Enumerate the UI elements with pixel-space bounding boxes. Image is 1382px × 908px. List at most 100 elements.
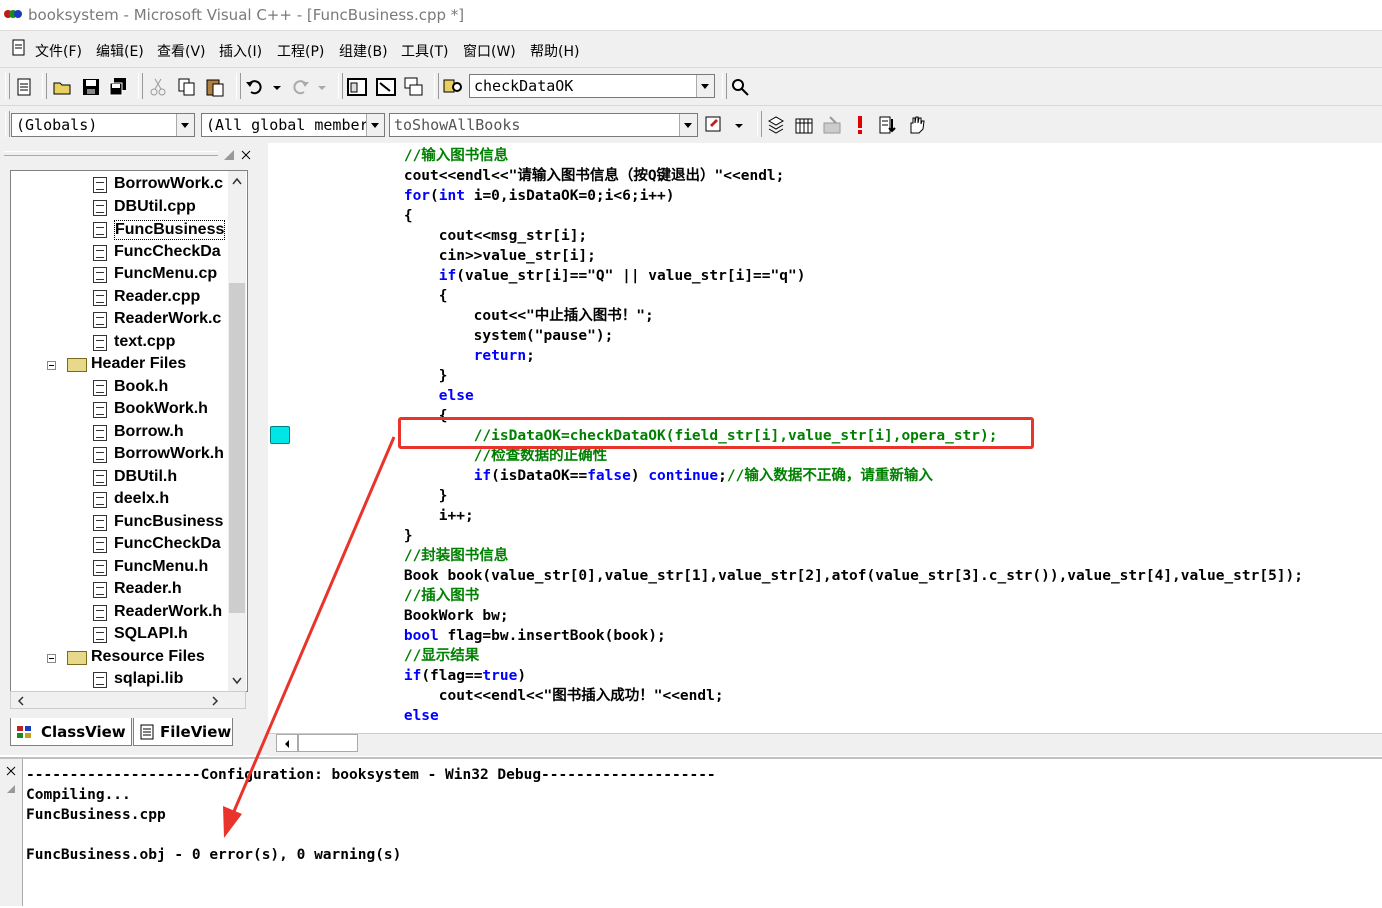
tree-vertical-scrollbar[interactable] bbox=[228, 171, 246, 691]
menu-file[interactable]: 文件(F) bbox=[35, 41, 82, 61]
compile-icon[interactable] bbox=[766, 115, 786, 135]
new-text-file-icon[interactable] bbox=[14, 77, 34, 97]
redo-icon[interactable] bbox=[290, 77, 310, 97]
search-icon[interactable] bbox=[730, 77, 750, 97]
window-list-icon[interactable] bbox=[404, 77, 424, 97]
wizard-action-dropdown-icon[interactable] bbox=[729, 115, 749, 135]
scroll-up-icon[interactable] bbox=[232, 177, 242, 185]
code-line: cout<<endl<<"请输入图书信息（按Q键退出）"<<endl; bbox=[334, 166, 785, 186]
save-all-icon[interactable] bbox=[108, 77, 128, 97]
copy-icon[interactable] bbox=[177, 77, 197, 97]
code-line: i++; bbox=[334, 506, 474, 526]
file-tree[interactable]: BorrowWork.c DBUtil.cpp FuncBusiness FuncCh… bbox=[10, 170, 248, 692]
toolbar-grip[interactable] bbox=[5, 73, 10, 99]
editor-scroll-thumb[interactable] bbox=[298, 734, 358, 752]
code-text: (isDataOK== bbox=[491, 468, 588, 484]
class-combo[interactable]: (Globals) bbox=[11, 113, 195, 137]
execute-icon[interactable] bbox=[850, 115, 870, 135]
scroll-left-icon[interactable] bbox=[17, 696, 25, 706]
menu-window[interactable]: 窗口(W) bbox=[463, 41, 516, 61]
file-icon bbox=[93, 424, 107, 441]
code-keyword: continue bbox=[648, 468, 719, 484]
classview-icon bbox=[17, 726, 31, 738]
code-text: ) bbox=[517, 668, 527, 684]
tab-classview[interactable]: ClassView bbox=[10, 718, 132, 746]
tree-item-label: FuncCheckDa bbox=[114, 535, 221, 552]
code-line: { bbox=[334, 206, 413, 226]
code-line: for(int i=0,isDataOK=0;i<6;i++) bbox=[334, 186, 675, 206]
save-icon[interactable] bbox=[81, 77, 101, 97]
chevron-down-icon[interactable] bbox=[366, 114, 384, 136]
editor-gutter[interactable] bbox=[268, 143, 292, 733]
find-combo[interactable]: checkDataOK bbox=[469, 74, 715, 98]
menu-build[interactable]: 组建(B) bbox=[339, 41, 388, 61]
paste-icon[interactable] bbox=[205, 77, 225, 97]
code-comment: //显示结果 bbox=[403, 648, 480, 664]
scroll-down-icon[interactable] bbox=[232, 677, 242, 685]
pane-grip[interactable] bbox=[4, 151, 218, 156]
menu-view[interactable]: 查看(V) bbox=[157, 41, 206, 61]
toolbar-separator bbox=[236, 73, 241, 99]
tree-item-label: DBUtil.cpp bbox=[114, 197, 196, 215]
breakpoint-hand-icon[interactable] bbox=[906, 115, 926, 135]
editor-horizontal-scrollbar[interactable] bbox=[268, 733, 1382, 756]
code-line: else bbox=[334, 386, 474, 406]
code-line: } bbox=[334, 486, 448, 506]
class-combo-value: (Globals) bbox=[16, 116, 98, 134]
output-window[interactable]: --------------------Configuration: books… bbox=[0, 757, 1382, 908]
redo-dropdown-icon[interactable] bbox=[312, 77, 332, 97]
highlight-box bbox=[398, 417, 1034, 449]
tree-scroll-thumb[interactable] bbox=[229, 283, 245, 613]
code-line: } bbox=[334, 366, 448, 386]
code-keyword: if bbox=[473, 468, 492, 484]
file-icon bbox=[93, 672, 107, 688]
members-combo[interactable]: toShowAllBooks bbox=[389, 113, 698, 137]
find-in-files-icon[interactable] bbox=[443, 77, 463, 97]
code-keyword: if bbox=[438, 268, 457, 284]
undo-dropdown-icon[interactable] bbox=[267, 77, 287, 97]
scroll-right-icon[interactable] bbox=[211, 696, 219, 706]
output-window-icon[interactable] bbox=[376, 77, 396, 97]
tree-item-label: sqlapi.lib bbox=[114, 670, 184, 687]
close-pane-icon[interactable] bbox=[239, 148, 253, 162]
file-icon bbox=[93, 627, 107, 643]
stop-build-icon[interactable] bbox=[822, 115, 842, 135]
toolbar-separator bbox=[42, 73, 47, 99]
code-line: cout<<endl<<"图书插入成功！"<<endl; bbox=[334, 686, 724, 706]
workspace-icon[interactable] bbox=[347, 77, 367, 97]
toolbar-grip[interactable] bbox=[757, 111, 762, 137]
maximize-pane-icon[interactable] bbox=[222, 148, 236, 162]
chevron-down-icon[interactable] bbox=[176, 114, 194, 136]
menu-tools[interactable]: 工具(T) bbox=[401, 41, 448, 61]
cut-icon[interactable] bbox=[148, 77, 168, 97]
code-text: (flag== bbox=[421, 668, 483, 684]
bookmark-marker[interactable] bbox=[270, 426, 290, 444]
tree-horizontal-scrollbar[interactable] bbox=[10, 691, 246, 709]
undo-icon[interactable] bbox=[245, 77, 265, 97]
collapse-icon[interactable] bbox=[47, 653, 56, 663]
chevron-down-icon[interactable] bbox=[696, 75, 714, 97]
tree-item-label: Borrow.h bbox=[114, 422, 184, 440]
open-folder-icon[interactable] bbox=[52, 77, 72, 97]
code-line: } bbox=[334, 526, 413, 546]
scroll-left-button[interactable] bbox=[276, 734, 298, 752]
wizard-action-icon[interactable] bbox=[704, 115, 724, 135]
menu-project[interactable]: 工程(P) bbox=[277, 41, 324, 61]
filter-combo[interactable]: (All global members bbox=[201, 113, 385, 137]
menu-insert[interactable]: 插入(I) bbox=[219, 41, 262, 61]
chevron-down-icon[interactable] bbox=[679, 114, 697, 136]
toolbar-grip[interactable] bbox=[5, 111, 10, 137]
file-icon bbox=[93, 604, 107, 621]
file-icon bbox=[93, 312, 107, 328]
menu-edit[interactable]: 编辑(E) bbox=[96, 41, 144, 61]
build-icon[interactable] bbox=[794, 115, 814, 135]
go-icon[interactable] bbox=[878, 115, 898, 135]
collapse-icon[interactable] bbox=[47, 361, 56, 370]
tree-item-label: DBUtil.h bbox=[114, 467, 178, 485]
fileview-icon bbox=[140, 724, 154, 740]
menu-help[interactable]: 帮助(H) bbox=[530, 41, 579, 61]
tab-fileview[interactable]: FileView bbox=[133, 718, 233, 746]
